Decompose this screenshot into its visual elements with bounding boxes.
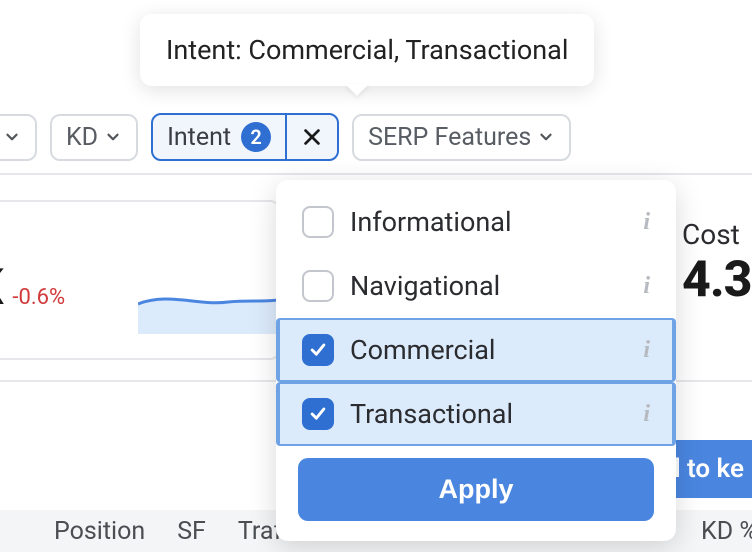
option-transactional-label: Transactional: [350, 398, 513, 430]
apply-button-label: Apply: [438, 474, 513, 504]
filter-serp-features[interactable]: SERP Features: [352, 114, 571, 161]
filter-volume[interactable]: ume: [0, 114, 37, 161]
checkbox-unchecked-icon[interactable]: [302, 206, 334, 238]
tooltip-text: Intent: Commercial, Transactional: [166, 34, 568, 66]
close-icon: [301, 126, 323, 148]
col-kd-pct[interactable]: KD %: [685, 517, 752, 546]
filter-intent[interactable]: Intent 2: [151, 113, 339, 161]
metric-traffic-delta: -0.6%: [12, 285, 65, 310]
info-icon[interactable]: i: [643, 401, 650, 428]
option-informational-label: Informational: [350, 206, 512, 238]
info-icon[interactable]: i: [643, 337, 650, 364]
option-informational[interactable]: Informational i: [276, 190, 676, 254]
filter-serp-label: SERP Features: [368, 123, 531, 152]
filter-row: ume KD Intent 2 SERP Features: [0, 113, 752, 175]
checkbox-checked-icon[interactable]: [302, 398, 334, 430]
option-navigational-label: Navigational: [350, 270, 500, 302]
option-transactional[interactable]: Transactional i: [276, 382, 676, 446]
intent-tooltip: Intent: Commercial, Transactional: [140, 14, 594, 86]
filter-intent-count: 2: [241, 122, 271, 152]
apply-button[interactable]: Apply: [298, 458, 654, 521]
chevron-down-icon: [3, 128, 21, 146]
filter-kd[interactable]: KD: [50, 114, 138, 161]
filter-intent-label: Intent: [167, 123, 231, 152]
chevron-down-icon: [104, 128, 122, 146]
metric-traffic-label: c: [0, 220, 258, 253]
info-icon[interactable]: i: [643, 209, 650, 236]
option-commercial-label: Commercial: [350, 334, 496, 366]
col-position[interactable]: Position: [38, 517, 161, 546]
metric-cost-value: 4.3K: [682, 251, 752, 309]
filter-intent-main[interactable]: Intent 2: [153, 115, 287, 159]
metric-cost-label: Cost: [682, 218, 752, 251]
info-icon[interactable]: i: [643, 273, 650, 300]
metric-traffic-value: 5.1K: [0, 259, 2, 317]
filter-kd-label: KD: [66, 123, 98, 152]
checkbox-checked-icon[interactable]: [302, 334, 334, 366]
metric-traffic-card[interactable]: c 5.1K -0.6%: [0, 200, 280, 360]
option-commercial[interactable]: Commercial i: [276, 318, 676, 382]
send-to-label: d to ke: [666, 454, 744, 484]
sparkline-icon: [138, 284, 278, 334]
col-sf[interactable]: SF: [161, 517, 222, 546]
chevron-down-icon: [537, 128, 555, 146]
intent-dropdown: Informational i Navigational i Commercia…: [276, 180, 676, 541]
filter-intent-clear[interactable]: [287, 115, 337, 159]
checkbox-unchecked-icon[interactable]: [302, 270, 334, 302]
option-navigational[interactable]: Navigational i: [276, 254, 676, 318]
